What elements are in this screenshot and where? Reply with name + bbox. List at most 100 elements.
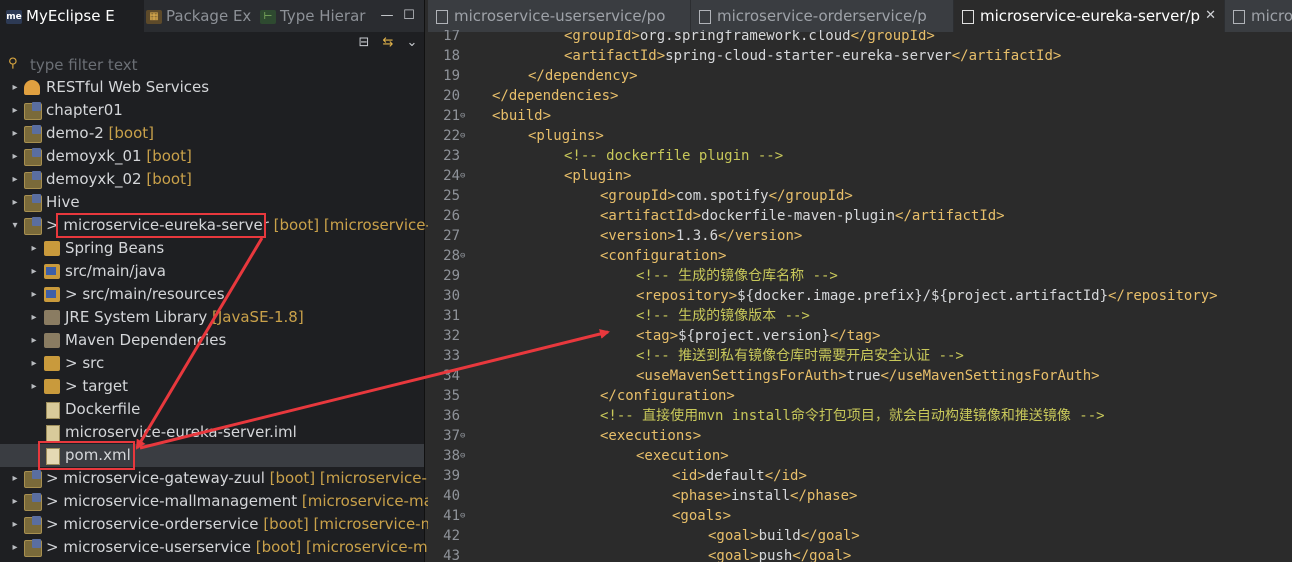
explorer-toolbar: ⊟ ⇆ ⌄ xyxy=(0,32,424,54)
tree-item[interactable]: ▸ > microservice-mallmanagement [microser… xyxy=(0,490,437,513)
editor-tab-orderservice-pom[interactable]: microservice-orderservice/p xyxy=(691,0,954,32)
collapsed-arrow-icon[interactable]: ▸ xyxy=(9,122,21,145)
tree-item[interactable]: ▾ > microservice-eureka-server [boot] [mi… xyxy=(0,214,431,237)
tree-item[interactable]: pom.xml xyxy=(0,444,424,467)
view-menu-button[interactable]: ⌄ xyxy=(402,34,422,52)
code-editor[interactable]: 17 <groupId>org.springframework.cloud</gr… xyxy=(428,30,1292,562)
line-number: 30 xyxy=(443,288,460,304)
code-content: <configuration> xyxy=(600,246,726,266)
maximize-button[interactable]: ☐ xyxy=(398,0,420,32)
minimize-icon: — xyxy=(380,8,394,23)
fold-toggle-icon[interactable]: ⊖ xyxy=(460,246,465,266)
tab-type-hierarchy[interactable]: ⊢ Type Hierar xyxy=(260,0,372,32)
collapsed-arrow-icon[interactable]: ▸ xyxy=(28,260,40,283)
collapsed-arrow-icon[interactable]: ▸ xyxy=(28,283,40,306)
expanded-arrow-icon[interactable]: ▾ xyxy=(9,214,21,237)
collapsed-arrow-icon[interactable]: ▸ xyxy=(9,76,21,99)
tree-item[interactable]: ▸ > target xyxy=(0,375,424,398)
git-dirty-prefix: > xyxy=(46,538,64,556)
collapsed-arrow-icon[interactable]: ▸ xyxy=(9,99,21,122)
tree-item[interactable]: ▸ demo-2 [boot] xyxy=(0,122,424,145)
tree-item-decoration: [boot] [microservice-m xyxy=(258,515,436,533)
tree-item[interactable]: ▸ src/main/java xyxy=(0,260,424,283)
myeclipse-icon: me xyxy=(6,9,22,24)
tree-item[interactable]: ▸ chapter01 xyxy=(0,99,424,122)
link-with-editor-button[interactable]: ⇆ xyxy=(378,34,398,52)
code-line: 39 <id>default</id> xyxy=(428,466,1292,486)
tree-item[interactable]: ▸ Maven Dependencies xyxy=(0,329,424,352)
collapsed-arrow-icon[interactable]: ▸ xyxy=(28,237,40,260)
collapsed-arrow-icon[interactable]: ▸ xyxy=(9,191,21,214)
tree-item[interactable]: ▸ demoyxk_01 [boot] xyxy=(0,145,424,168)
close-tab-icon[interactable]: ✕ xyxy=(1205,0,1216,32)
tree-item[interactable]: microservice-eureka-server.iml xyxy=(0,421,424,444)
editor-tab-overflow[interactable]: micros xyxy=(1225,0,1292,32)
rest-icon xyxy=(24,80,40,95)
fold-toggle-icon[interactable]: ⊖ xyxy=(460,126,465,146)
collapsed-arrow-icon[interactable]: ▸ xyxy=(28,329,40,352)
collapsed-arrow-icon[interactable]: ▸ xyxy=(28,306,40,329)
tree-item[interactable]: ▸ > microservice-userservice [boot] [micr… xyxy=(0,536,437,559)
code-line: 28 ⊖ <configuration> xyxy=(428,246,1292,266)
collapsed-arrow-icon[interactable]: ▸ xyxy=(9,467,21,490)
code-line: 21 ⊖ <build> xyxy=(428,106,1292,126)
fold-toggle-icon[interactable]: ⊖ xyxy=(460,426,465,446)
line-number: 21 xyxy=(443,108,460,124)
tree-item-decoration: [boot] [microservice- xyxy=(268,216,431,234)
tree-item[interactable]: ▸ RESTful Web Services xyxy=(0,76,424,99)
collapsed-arrow-icon[interactable]: ▸ xyxy=(9,490,21,513)
code-line: 22 ⊖ <plugins> xyxy=(428,126,1292,146)
tree-item[interactable]: ▸ Spring Beans xyxy=(0,237,424,260)
tree-item[interactable]: ▸ demoyxk_02 [boot] xyxy=(0,168,424,191)
xml-text: 1.3.6 xyxy=(675,228,719,244)
fold-toggle-icon[interactable]: ⊖ xyxy=(460,506,465,526)
tree-item[interactable]: ▸ > microservice-gateway-zuul [boot] [mic… xyxy=(0,467,433,490)
tree-item-label: JRE System Library [JavaSE-1.8] xyxy=(65,306,304,329)
collapsed-arrow-icon[interactable]: ▸ xyxy=(28,375,40,398)
tree-item-name: src/main/java xyxy=(65,262,166,280)
collapsed-arrow-icon[interactable]: ▸ xyxy=(9,513,21,536)
tree-item-label: > microservice-userservice [boot] [micro… xyxy=(46,536,437,559)
editor-tab-userservice-pom[interactable]: microservice-userservice/po xyxy=(428,0,691,32)
collapse-all-button[interactable]: ⊟ xyxy=(354,34,374,52)
editor-tab-eureka-server-pom[interactable]: microservice-eureka-server/p ✕ xyxy=(954,0,1225,32)
collapsed-arrow-icon[interactable]: ▸ xyxy=(9,168,21,191)
line-number: 41 xyxy=(443,508,460,524)
project-icon xyxy=(24,125,42,143)
xml-tag: <id> xyxy=(672,468,706,484)
tree-item-label: Maven Dependencies xyxy=(65,329,226,352)
filter-input[interactable] xyxy=(30,55,410,75)
tree-item-label: > microservice-gateway-zuul [boot] [micr… xyxy=(46,467,433,490)
tree-item[interactable]: ▸ JRE System Library [JavaSE-1.8] xyxy=(0,306,424,329)
library-icon xyxy=(44,310,60,325)
xml-tag: <version> xyxy=(600,228,676,244)
xml-tag: <goal> xyxy=(708,548,759,562)
xml-tag: <goals> xyxy=(672,508,732,524)
code-content: <goals> xyxy=(672,506,731,526)
code-line: 24 ⊖ <plugin> xyxy=(428,166,1292,186)
code-line: 27 <version>1.3.6</version> xyxy=(428,226,1292,246)
collapsed-arrow-icon[interactable]: ▸ xyxy=(9,145,21,168)
collapsed-arrow-icon[interactable]: ▸ xyxy=(9,536,21,559)
tree-item[interactable]: ▸ Hive xyxy=(0,191,424,214)
xml-tag: </groupId> xyxy=(768,188,853,204)
tab-package-explorer[interactable]: ▦ Package Ex xyxy=(146,0,256,32)
tree-item-decoration: [microservice-mal xyxy=(297,492,437,510)
xml-tag: </repository> xyxy=(1108,288,1218,304)
collapsed-arrow-icon[interactable]: ▸ xyxy=(28,352,40,375)
tree-item[interactable]: Dockerfile xyxy=(0,398,424,421)
fold-toggle-icon[interactable]: ⊖ xyxy=(460,446,465,466)
tree-item-name: microservice-userservice xyxy=(63,538,251,556)
tab-myeclipse-explorer[interactable]: me MyEclipse E xyxy=(0,0,144,32)
tree-item[interactable]: ▸ > src/main/resources xyxy=(0,283,424,306)
code-content: <version>1.3.6</version> xyxy=(600,226,802,246)
fold-toggle-icon[interactable]: ⊖ xyxy=(460,106,465,126)
fold-toggle-icon[interactable]: ⊖ xyxy=(460,166,465,186)
tree-item[interactable]: ▸ > src xyxy=(0,352,424,375)
minimize-button[interactable]: — xyxy=(376,0,398,32)
tree-item[interactable]: ▸ > microservice-orderservice [boot] [mic… xyxy=(0,513,435,536)
xml-tag: </artifactId> xyxy=(951,48,1062,64)
source-folder-icon xyxy=(44,287,60,302)
line-number: 40 xyxy=(443,488,460,504)
tree-item-name: pom.xml xyxy=(65,446,131,464)
